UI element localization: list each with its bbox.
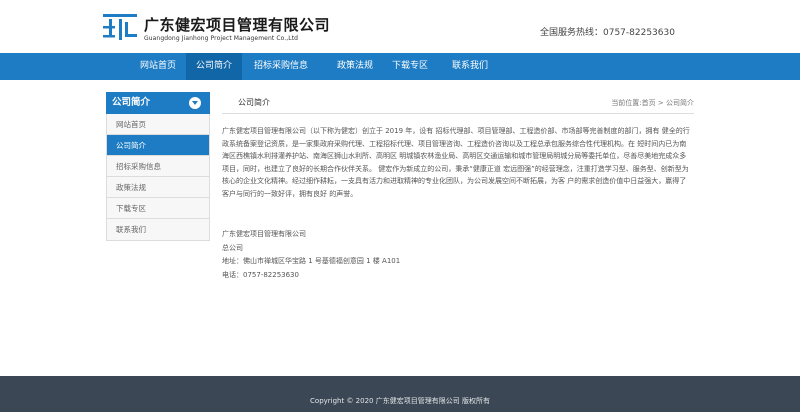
company-name-cn[interactable]: 广东健宏项目管理有限公司	[144, 14, 330, 35]
sidebar-header: 公司简介	[106, 92, 210, 114]
sidebar-item-policies[interactable]: 政策法规	[107, 177, 209, 198]
company-name-en: Guangdong Jianhong Project Management Co…	[144, 35, 299, 42]
company-logo-icon[interactable]	[103, 14, 137, 40]
nav-item-about[interactable]: 公司简介	[186, 53, 242, 80]
nav-item-downloads[interactable]: 下载专区	[380, 53, 440, 80]
contact-address: 地址：佛山市禅城区华宝路 1 号基德福创意园 1 楼 A101	[222, 257, 401, 265]
site-footer: Copyright © 2020 广东健宏项目管理有限公司 版权所有	[0, 376, 800, 412]
nav-item-tenders[interactable]: 招标采购信息	[248, 53, 314, 80]
sidebar-item-about[interactable]: 公司简介	[107, 135, 209, 156]
nav-item-contact[interactable]: 联系我们	[440, 53, 500, 80]
main-content-area: 公司简介 网站首页 公司简介 招标采购信息 政策法规 下载专区 联系我们 公司简…	[0, 80, 800, 376]
sidebar-title: 公司简介	[112, 97, 151, 108]
nav-item-policies[interactable]: 政策法规	[322, 53, 388, 80]
copyright-text: Copyright © 2020 广东健宏项目管理有限公司 版权所有	[310, 397, 490, 405]
sidebar-item-home[interactable]: 网站首页	[107, 114, 209, 135]
intro-paragraph: 广东健宏项目管理有限公司（以下称为健宏）创立于 2019 年，设有 招标代理部、…	[222, 127, 690, 198]
contact-block: 广东健宏项目管理有限公司 总公司 地址：佛山市禅城区华宝路 1 号基德福创意园 …	[222, 228, 692, 282]
sidebar-item-contact[interactable]: 联系我们	[107, 219, 209, 240]
contact-company: 广东健宏项目管理有限公司	[222, 230, 306, 238]
chevron-down-icon	[192, 101, 198, 105]
section-title: 公司简介	[238, 98, 270, 107]
contact-phone: 电话：0757-82253630	[222, 270, 299, 279]
company-intro-article: 广东健宏项目管理有限公司（以下称为健宏）创立于 2019 年，设有 招标代理部、…	[222, 125, 692, 200]
main-navigation: 网站首页 公司简介 招标采购信息 政策法规 下载专区 联系我们	[0, 53, 800, 80]
sidebar-item-tenders[interactable]: 招标采购信息	[107, 156, 209, 177]
sidebar-collapse-button[interactable]	[189, 97, 201, 109]
breadcrumb[interactable]: 当前位置:首页 > 公司简介	[611, 92, 694, 114]
site-header: 广东健宏项目管理有限公司 Guangdong Jianhong Project …	[0, 0, 800, 52]
contact-office: 总公司	[222, 243, 243, 252]
sidebar-item-downloads[interactable]: 下载专区	[107, 198, 209, 219]
sidebar-menu: 网站首页 公司简介 招标采购信息 政策法规 下载专区 联系我们	[106, 114, 210, 241]
service-hotline: 全国服务热线：0757-82253630	[540, 28, 675, 38]
content-title-bar: 公司简介 当前位置:首页 > 公司简介	[222, 92, 694, 114]
